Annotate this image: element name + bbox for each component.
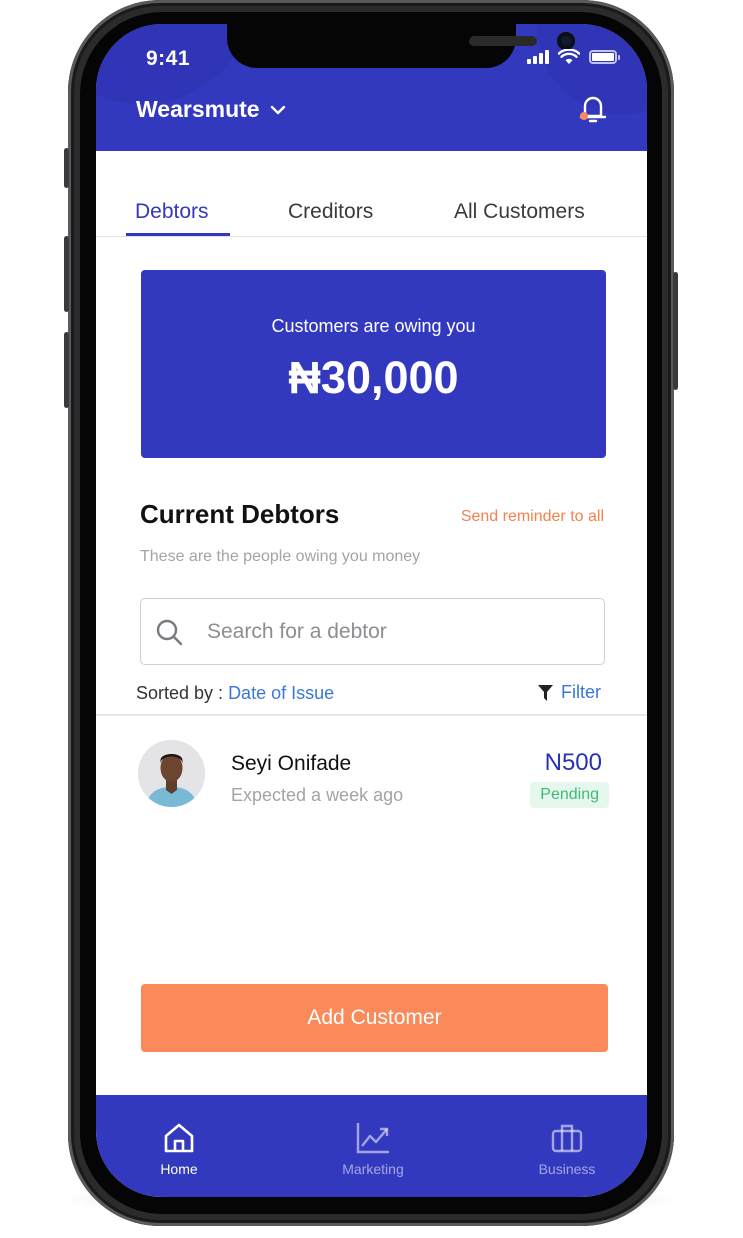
filter-label: Filter bbox=[561, 682, 601, 702]
divider bbox=[96, 714, 647, 716]
power-button bbox=[673, 272, 678, 390]
nav-item-home[interactable]: Home bbox=[124, 1121, 234, 1177]
app-header: 9:41 Wearsmute bbox=[96, 24, 647, 151]
nav-label-home: Home bbox=[160, 1161, 198, 1177]
tab-debtors[interactable]: Debtors bbox=[135, 200, 209, 224]
tab-all-customers[interactable]: All Customers bbox=[454, 200, 585, 224]
summary-amount: ₦30,000 bbox=[288, 352, 459, 403]
app-screen: 9:41 Wearsmute Debtors Creditors All Cus… bbox=[96, 24, 647, 1197]
chart-icon bbox=[356, 1123, 389, 1154]
sort-value[interactable]: Date of Issue bbox=[228, 683, 334, 703]
active-tab-indicator bbox=[126, 233, 230, 236]
funnel-icon bbox=[538, 684, 553, 701]
avatar bbox=[138, 740, 205, 807]
section-subtitle: These are the people owing you money bbox=[140, 548, 421, 565]
battery-icon bbox=[589, 50, 620, 64]
customer-tabs: Debtors Creditors All Customers bbox=[96, 194, 647, 237]
nav-item-business[interactable]: Business bbox=[512, 1121, 622, 1177]
search-icon bbox=[156, 619, 183, 645]
cellular-signal-icon bbox=[527, 50, 549, 64]
volume-up-button bbox=[64, 236, 69, 312]
status-icons bbox=[527, 49, 620, 65]
sort-label: Sorted by : bbox=[136, 683, 229, 703]
business-name: Wearsmute bbox=[136, 96, 260, 122]
briefcase-icon bbox=[551, 1124, 583, 1153]
front-camera bbox=[557, 32, 575, 50]
home-icon bbox=[164, 1123, 194, 1153]
filter-button[interactable]: Filter bbox=[538, 682, 601, 703]
device-mockup: 9:41 Wearsmute Debtors Creditors All Cus… bbox=[0, 0, 743, 1238]
debtor-expected-date: Expected a week ago bbox=[231, 785, 404, 805]
business-switcher[interactable]: Wearsmute bbox=[136, 96, 286, 123]
search-input[interactable] bbox=[207, 619, 567, 644]
nav-label-business: Business bbox=[538, 1161, 596, 1177]
add-customer-button[interactable]: Add Customer bbox=[141, 984, 608, 1052]
status-badge: Pending bbox=[530, 782, 609, 808]
bottom-navigation: Home Marketing Business bbox=[96, 1095, 647, 1197]
owed-summary-card: Customers are owing you ₦30,000 bbox=[141, 270, 606, 458]
status-time: 9:41 bbox=[146, 47, 191, 70]
nav-label-marketing: Marketing bbox=[342, 1161, 404, 1177]
wifi-icon bbox=[558, 49, 580, 64]
summary-caption: Customers are owing you bbox=[271, 316, 476, 336]
speaker-grille bbox=[469, 36, 537, 46]
debtor-amount: N500 bbox=[544, 749, 602, 776]
mute-switch bbox=[64, 148, 69, 188]
device-notch bbox=[227, 24, 575, 68]
sort-control[interactable]: Sorted by : Date of Issue bbox=[136, 683, 334, 704]
section-title: Current Debtors bbox=[140, 499, 340, 529]
debtor-name: Seyi Onifade bbox=[231, 752, 352, 775]
chevron-down-icon bbox=[270, 105, 285, 114]
nav-item-marketing[interactable]: Marketing bbox=[318, 1121, 428, 1177]
volume-down-button bbox=[64, 332, 69, 408]
send-reminder-all-link[interactable]: Send reminder to all bbox=[461, 508, 604, 526]
search-box[interactable] bbox=[140, 598, 605, 665]
bell-icon[interactable] bbox=[577, 92, 609, 126]
tab-creditors[interactable]: Creditors bbox=[288, 200, 373, 224]
notification-dot bbox=[580, 112, 588, 120]
debtor-row[interactable]: Seyi Onifade Expected a week ago N500 Pe… bbox=[96, 724, 647, 824]
